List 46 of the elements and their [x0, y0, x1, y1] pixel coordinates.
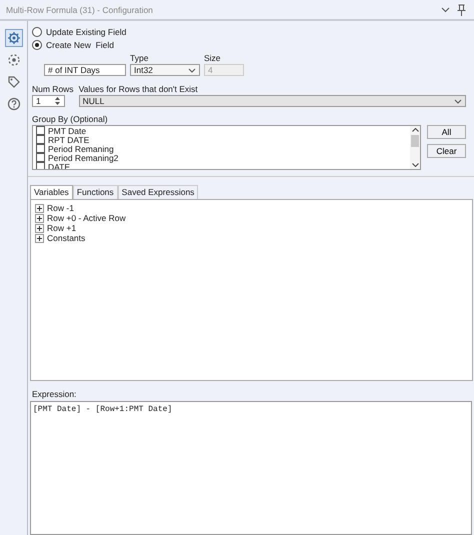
- checkbox[interactable]: [36, 126, 45, 135]
- radio-label: Create New Field: [46, 40, 114, 50]
- field-name-input[interactable]: # of INT Days: [44, 64, 126, 76]
- window-title: Multi-Row Formula (31) - Configuration: [6, 4, 153, 14]
- field-label: PMT Date: [48, 126, 86, 136]
- checkbox[interactable]: [36, 135, 45, 144]
- type-label: Type: [130, 53, 150, 63]
- scroll-thumb[interactable]: [411, 135, 419, 147]
- tab[interactable]: Functions: [72, 185, 118, 199]
- expand-icon[interactable]: [35, 234, 44, 242]
- tree-item[interactable]: Row -1: [47, 203, 74, 213]
- field-label: RPT DATE: [48, 134, 90, 144]
- num-rows-spinner[interactable]: 1: [32, 95, 65, 107]
- missing-rows-label: Values for Rows that don't Exist: [78, 84, 199, 94]
- checkbox[interactable]: [36, 144, 45, 153]
- field-label: Period Remaning: [48, 144, 114, 154]
- gear-icon[interactable]: [4, 29, 22, 47]
- expand-icon[interactable]: [35, 214, 44, 222]
- tree-item[interactable]: Row +0 - Active Row: [47, 213, 126, 223]
- expand-icon[interactable]: [35, 204, 44, 212]
- tree-item[interactable]: Constants: [47, 233, 86, 243]
- spinner-arrows-icon: [54, 96, 61, 106]
- checkbox[interactable]: [36, 162, 45, 169]
- field-label: Period Remaning2: [48, 152, 118, 162]
- expression-editor[interactable]: [PMT Date] - [Row+1:PMT Date]: [30, 401, 472, 535]
- list-button[interactable]: All: [427, 125, 466, 139]
- pin-icon[interactable]: [457, 4, 466, 16]
- size-label: Size: [204, 53, 222, 63]
- checkbox[interactable]: [36, 153, 45, 162]
- list-button[interactable]: Clear: [427, 144, 466, 158]
- group-by-label: Group By (Optional): [32, 114, 109, 124]
- type-dropdown[interactable]: Int32: [130, 64, 200, 76]
- scrollbar[interactable]: [410, 126, 420, 169]
- chevron-down-icon: [454, 98, 462, 104]
- radio-button[interactable]: [32, 40, 42, 50]
- chevron-down-icon[interactable]: [441, 6, 450, 12]
- radio-label: Update Existing Field: [46, 26, 126, 36]
- expression-label: Expression:: [32, 389, 78, 399]
- tab[interactable]: Variables: [30, 185, 73, 199]
- radio-button[interactable]: [32, 26, 42, 36]
- chevron-down-icon: [188, 68, 196, 72]
- tab[interactable]: Saved Expressions: [118, 185, 198, 199]
- expand-icon[interactable]: [35, 224, 44, 232]
- tree-item[interactable]: Row +1: [47, 223, 76, 233]
- num-rows-label: Num Rows: [32, 84, 74, 94]
- missing-rows-dropdown[interactable]: NULL: [78, 95, 466, 107]
